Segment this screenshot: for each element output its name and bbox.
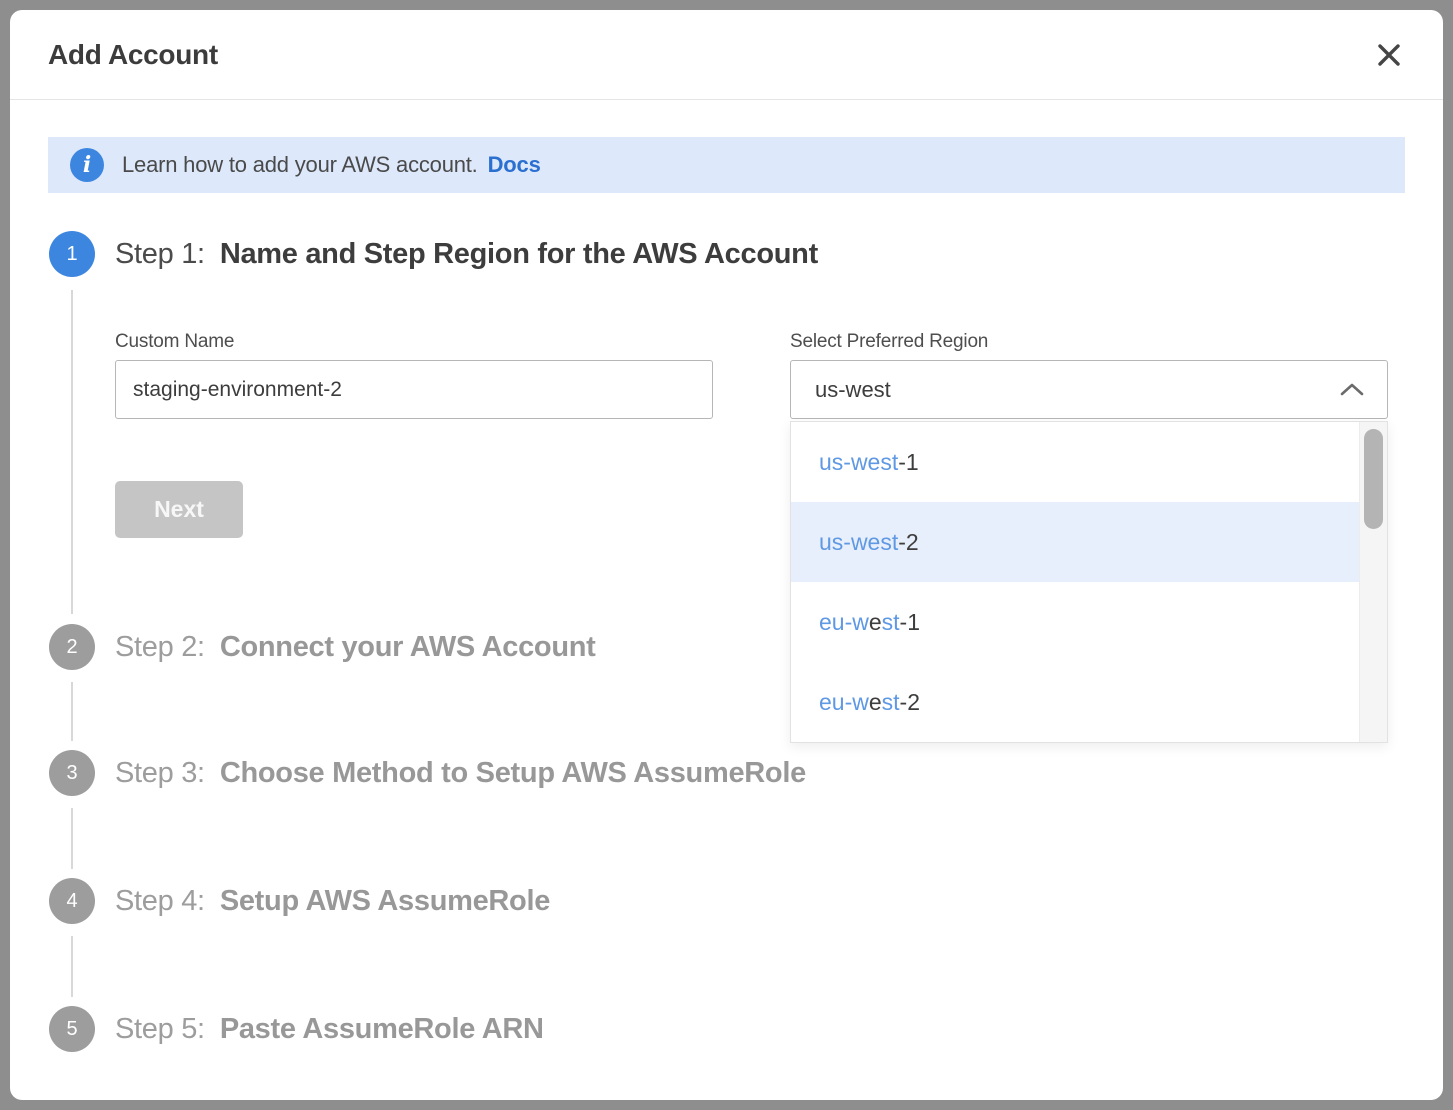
- dropdown-scrollbar-thumb[interactable]: [1364, 429, 1383, 529]
- option-plain-text: -2: [900, 689, 920, 716]
- info-banner: i Learn how to add your AWS account. Doc…: [48, 137, 1405, 193]
- step-3-connector-line: [71, 808, 73, 869]
- step-4-number: 4: [66, 890, 77, 913]
- custom-name-label: Custom Name: [115, 331, 234, 353]
- modal-title: Add Account: [48, 39, 218, 71]
- step-2-connector-line: [71, 682, 73, 741]
- step-1-badge: 1: [49, 231, 95, 277]
- option-plain-text: e: [869, 609, 882, 636]
- step-5-badge: 5: [49, 1006, 95, 1052]
- step-3-title: Choose Method to Setup AWS AssumeRole: [220, 757, 806, 790]
- option-match-text: eu-w: [819, 689, 869, 716]
- region-option[interactable]: eu-west-1: [791, 582, 1359, 662]
- close-icon: [1375, 41, 1403, 69]
- option-match-text: st: [882, 609, 900, 636]
- step-3-number: 3: [66, 762, 77, 785]
- step-4-title: Setup AWS AssumeRole: [220, 885, 550, 918]
- step-5-number: 5: [66, 1018, 77, 1041]
- step-1-prefix: Step 1:: [115, 238, 205, 271]
- step-3-badge: 3: [49, 750, 95, 796]
- dropdown-scrollbar-track[interactable]: [1359, 422, 1387, 742]
- step-4-prefix: Step 4:: [115, 885, 205, 918]
- region-dropdown: us-west-1us-west-2eu-west-1eu-west-2: [790, 421, 1388, 743]
- step-3-heading: Step 3: Choose Method to Setup AWS Assum…: [115, 750, 806, 796]
- region-select[interactable]: us-west: [790, 360, 1388, 419]
- custom-name-input[interactable]: [115, 360, 713, 419]
- add-account-modal: Add Account i Learn how to add your AWS …: [10, 10, 1443, 1100]
- step-2-heading: Step 2: Connect your AWS Account: [115, 624, 596, 670]
- option-match-text: st: [882, 689, 900, 716]
- step-1-number: 1: [66, 243, 77, 266]
- option-match-text: us-west: [819, 449, 898, 476]
- option-match-text: eu-w: [819, 609, 869, 636]
- step-2-badge: 2: [49, 624, 95, 670]
- chevron-up-icon: [1339, 382, 1365, 397]
- step-1-connector-line: [71, 290, 73, 614]
- option-plain-text: -1: [898, 449, 918, 476]
- option-plain-text: -1: [900, 609, 920, 636]
- step-5-heading: Step 5: Paste AssumeRole ARN: [115, 1006, 544, 1052]
- option-match-text: us-west: [819, 529, 898, 556]
- step-1-title: Name and Step Region for the AWS Account: [220, 238, 818, 271]
- step-4-badge: 4: [49, 878, 95, 924]
- docs-link[interactable]: Docs: [488, 152, 541, 178]
- option-plain-text: -2: [898, 529, 918, 556]
- screen: { "modal": { "title": "Add Account" }, "…: [0, 0, 1453, 1110]
- step-5-prefix: Step 5:: [115, 1013, 205, 1046]
- region-option[interactable]: eu-west-2: [791, 662, 1359, 742]
- region-option[interactable]: us-west-2: [791, 502, 1359, 582]
- region-label: Select Preferred Region: [790, 331, 988, 353]
- next-button[interactable]: Next: [115, 481, 243, 538]
- region-option[interactable]: us-west-1: [791, 422, 1359, 502]
- step-4-heading: Step 4: Setup AWS AssumeRole: [115, 878, 550, 924]
- info-icon: i: [70, 148, 104, 182]
- step-1-heading: Step 1: Name and Step Region for the AWS…: [115, 231, 818, 277]
- step-3-prefix: Step 3:: [115, 757, 205, 790]
- modal-header: Add Account: [10, 10, 1443, 100]
- step-5-title: Paste AssumeRole ARN: [220, 1013, 544, 1046]
- step-2-number: 2: [66, 636, 77, 659]
- step-2-title: Connect your AWS Account: [220, 631, 596, 664]
- step-4-connector-line: [71, 936, 73, 997]
- banner-text: Learn how to add your AWS account.: [122, 152, 478, 178]
- option-plain-text: e: [869, 689, 882, 716]
- region-option-list: us-west-1us-west-2eu-west-1eu-west-2: [791, 422, 1359, 742]
- step-2-prefix: Step 2:: [115, 631, 205, 664]
- region-select-value: us-west: [815, 377, 891, 403]
- close-button[interactable]: [1371, 37, 1407, 73]
